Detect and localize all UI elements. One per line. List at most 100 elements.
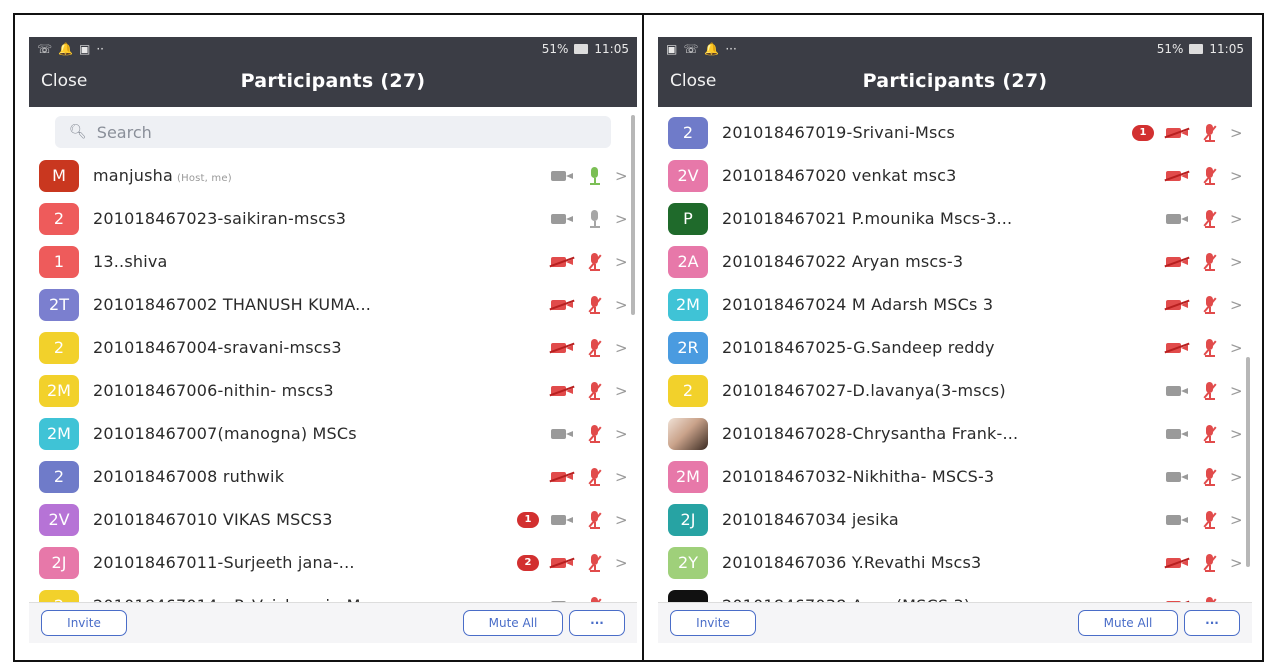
participant-controls: > bbox=[1166, 381, 1243, 401]
chevron-right-icon[interactable]: > bbox=[615, 296, 628, 314]
participant-controls: > bbox=[1166, 467, 1243, 487]
participant-controls: > bbox=[549, 381, 628, 401]
video-off-icon bbox=[549, 556, 575, 570]
mute-all-button[interactable]: Mute All bbox=[463, 610, 563, 636]
chevron-right-icon[interactable]: > bbox=[615, 167, 628, 185]
chevron-right-icon[interactable]: > bbox=[1230, 167, 1243, 185]
close-button[interactable]: Close bbox=[41, 71, 87, 91]
participant-row[interactable]: Mmanjusha (Host, me) > bbox=[29, 154, 637, 197]
participant-row[interactable]: 2 201018467019-Srivani-Mscs 1 > bbox=[658, 111, 1252, 154]
participant-list: 2 201018467019-Srivani-Mscs 1 >2V 2010184670… bbox=[658, 107, 1252, 627]
chevron-right-icon[interactable]: > bbox=[1230, 339, 1243, 357]
chevron-right-icon[interactable]: > bbox=[1230, 253, 1243, 271]
invite-button[interactable]: Invite bbox=[670, 610, 756, 636]
chevron-right-icon[interactable]: > bbox=[1230, 468, 1243, 486]
scrollbar[interactable] bbox=[631, 115, 635, 315]
participant-row[interactable]: 2 201018467023-saikiran-mscs3 > bbox=[29, 197, 637, 240]
participant-name: manjusha bbox=[93, 166, 173, 185]
participant-row[interactable]: 2 201018467008 ruthwik > bbox=[29, 455, 637, 498]
chevron-right-icon[interactable]: > bbox=[615, 339, 628, 357]
mic-icon bbox=[585, 209, 603, 229]
participant-name-cell: 201018467008 ruthwik bbox=[93, 467, 551, 486]
participant-row[interactable]: 2M 201018467007(manogna) MSCs > bbox=[29, 412, 637, 455]
chevron-right-icon[interactable]: > bbox=[1230, 511, 1243, 529]
mic-muted-icon bbox=[1200, 510, 1218, 530]
mic-muted-icon bbox=[585, 424, 603, 444]
participant-name-cell: 201018467024 M Adarsh MSCs 3 bbox=[722, 295, 1166, 314]
participant-name: 201018467036 Y.Revathi Mscs3 bbox=[722, 553, 982, 572]
participant-row[interactable]: 201018467028-Chrysantha Frank-... > bbox=[658, 412, 1252, 455]
participant-row[interactable]: 2Y 201018467036 Y.Revathi Mscs3 > bbox=[658, 541, 1252, 584]
participant-row[interactable]: 2T 201018467002 THANUSH KUMA... > bbox=[29, 283, 637, 326]
scrollbar[interactable] bbox=[1246, 357, 1250, 567]
search-input[interactable]: 🔍︎ Search bbox=[55, 116, 611, 148]
chevron-right-icon[interactable]: > bbox=[615, 554, 628, 572]
participant-row[interactable]: 2M 201018467006-nithin- mscs3 > bbox=[29, 369, 637, 412]
participant-name-cell: 201018467023-saikiran-mscs3 bbox=[93, 209, 551, 228]
participant-controls: > bbox=[551, 209, 628, 229]
participant-row[interactable]: 2R 201018467025-G.Sandeep reddy > bbox=[658, 326, 1252, 369]
participant-row[interactable]: 2M 201018467032-Nikhitha- MSCS-3 > bbox=[658, 455, 1252, 498]
chevron-right-icon[interactable]: > bbox=[615, 382, 628, 400]
mic-muted-icon bbox=[1200, 166, 1218, 186]
chevron-right-icon[interactable]: > bbox=[615, 210, 628, 228]
video-off-icon bbox=[1164, 169, 1190, 183]
participant-name: 201018467021 P.mounika Mscs-3... bbox=[722, 209, 1013, 228]
chevron-right-icon[interactable]: > bbox=[1230, 124, 1243, 142]
more-options-button[interactable]: ··· bbox=[1184, 610, 1240, 636]
avatar: 2A bbox=[668, 245, 708, 278]
participant-row[interactable]: 1 13..shiva > bbox=[29, 240, 637, 283]
search-placeholder: Search bbox=[96, 122, 152, 142]
mic-muted-icon bbox=[585, 510, 603, 530]
participant-row[interactable]: 2 201018467027-D.lavanya(3-mscs) > bbox=[658, 369, 1252, 412]
participant-controls: > bbox=[1164, 252, 1243, 272]
avatar: 2 bbox=[39, 460, 79, 493]
video-off-icon bbox=[1164, 126, 1190, 140]
participant-row[interactable]: P 201018467021 P.mounika Mscs-3... > bbox=[658, 197, 1252, 240]
participant-name-cell: 13..shiva bbox=[93, 252, 551, 271]
chevron-right-icon[interactable]: > bbox=[1230, 382, 1243, 400]
mute-all-button[interactable]: Mute All bbox=[1078, 610, 1178, 636]
chevron-right-icon[interactable]: > bbox=[1230, 296, 1243, 314]
avatar: 2T bbox=[39, 288, 79, 321]
participant-row[interactable]: 2 201018467004-sravani-mscs3 > bbox=[29, 326, 637, 369]
participant-row[interactable]: 2V 201018467010 VIKAS MSCS3 1 > bbox=[29, 498, 637, 541]
participant-controls: > bbox=[1166, 510, 1243, 530]
video-icon bbox=[551, 169, 573, 183]
invite-button[interactable]: Invite bbox=[41, 610, 127, 636]
chevron-right-icon[interactable]: > bbox=[615, 468, 628, 486]
video-off-icon bbox=[549, 384, 575, 398]
chevron-right-icon[interactable]: > bbox=[615, 511, 628, 529]
participant-row[interactable]: 2J 201018467011-Surjeeth jana-... 2 > bbox=[29, 541, 637, 584]
avatar: 2M bbox=[668, 460, 708, 493]
close-button[interactable]: Close bbox=[670, 71, 716, 91]
participant-name: 201018467024 M Adarsh MSCs 3 bbox=[722, 295, 994, 314]
chevron-right-icon[interactable]: > bbox=[615, 253, 628, 271]
participant-name-cell: manjusha (Host, me) bbox=[93, 166, 551, 185]
participant-name-cell: 201018467011-Surjeeth jana-... bbox=[93, 553, 517, 572]
participant-controls: > bbox=[1164, 553, 1243, 573]
dots-icon: ·· bbox=[96, 42, 104, 56]
mic-muted-icon bbox=[585, 553, 603, 573]
participant-row[interactable]: 2A 201018467022 Aryan mscs-3 > bbox=[658, 240, 1252, 283]
chevron-right-icon[interactable]: > bbox=[1230, 210, 1243, 228]
more-options-button[interactable]: ··· bbox=[569, 610, 625, 636]
video-off-icon bbox=[1164, 341, 1190, 355]
participant-row[interactable]: 2J 201018467034 jesika > bbox=[658, 498, 1252, 541]
header: ☏ 🔔 ▣ ·· 51% 11:05 Close Participants (2… bbox=[29, 37, 637, 107]
chevron-right-icon[interactable]: > bbox=[615, 425, 628, 443]
avatar: 2M bbox=[39, 417, 79, 450]
mic-muted-icon bbox=[1200, 123, 1218, 143]
participant-name-cell: 201018467027-D.lavanya(3-mscs) bbox=[722, 381, 1166, 400]
participant-name: 201018467027-D.lavanya(3-mscs) bbox=[722, 381, 1006, 400]
video-off-icon bbox=[549, 470, 575, 484]
chat-badge: 1 bbox=[517, 511, 539, 528]
participant-row[interactable]: 2M 201018467024 M Adarsh MSCs 3 > bbox=[658, 283, 1252, 326]
participant-controls: > bbox=[549, 467, 628, 487]
participant-row[interactable]: 2V 201018467020 venkat msc3 > bbox=[658, 154, 1252, 197]
participant-name-cell: 201018467021 P.mounika Mscs-3... bbox=[722, 209, 1166, 228]
chevron-right-icon[interactable]: > bbox=[1230, 425, 1243, 443]
status-bar: ▣ ☏ 🔔 ··· 51% 11:05 bbox=[658, 37, 1252, 61]
avatar: 2M bbox=[668, 288, 708, 321]
chevron-right-icon[interactable]: > bbox=[1230, 554, 1243, 572]
